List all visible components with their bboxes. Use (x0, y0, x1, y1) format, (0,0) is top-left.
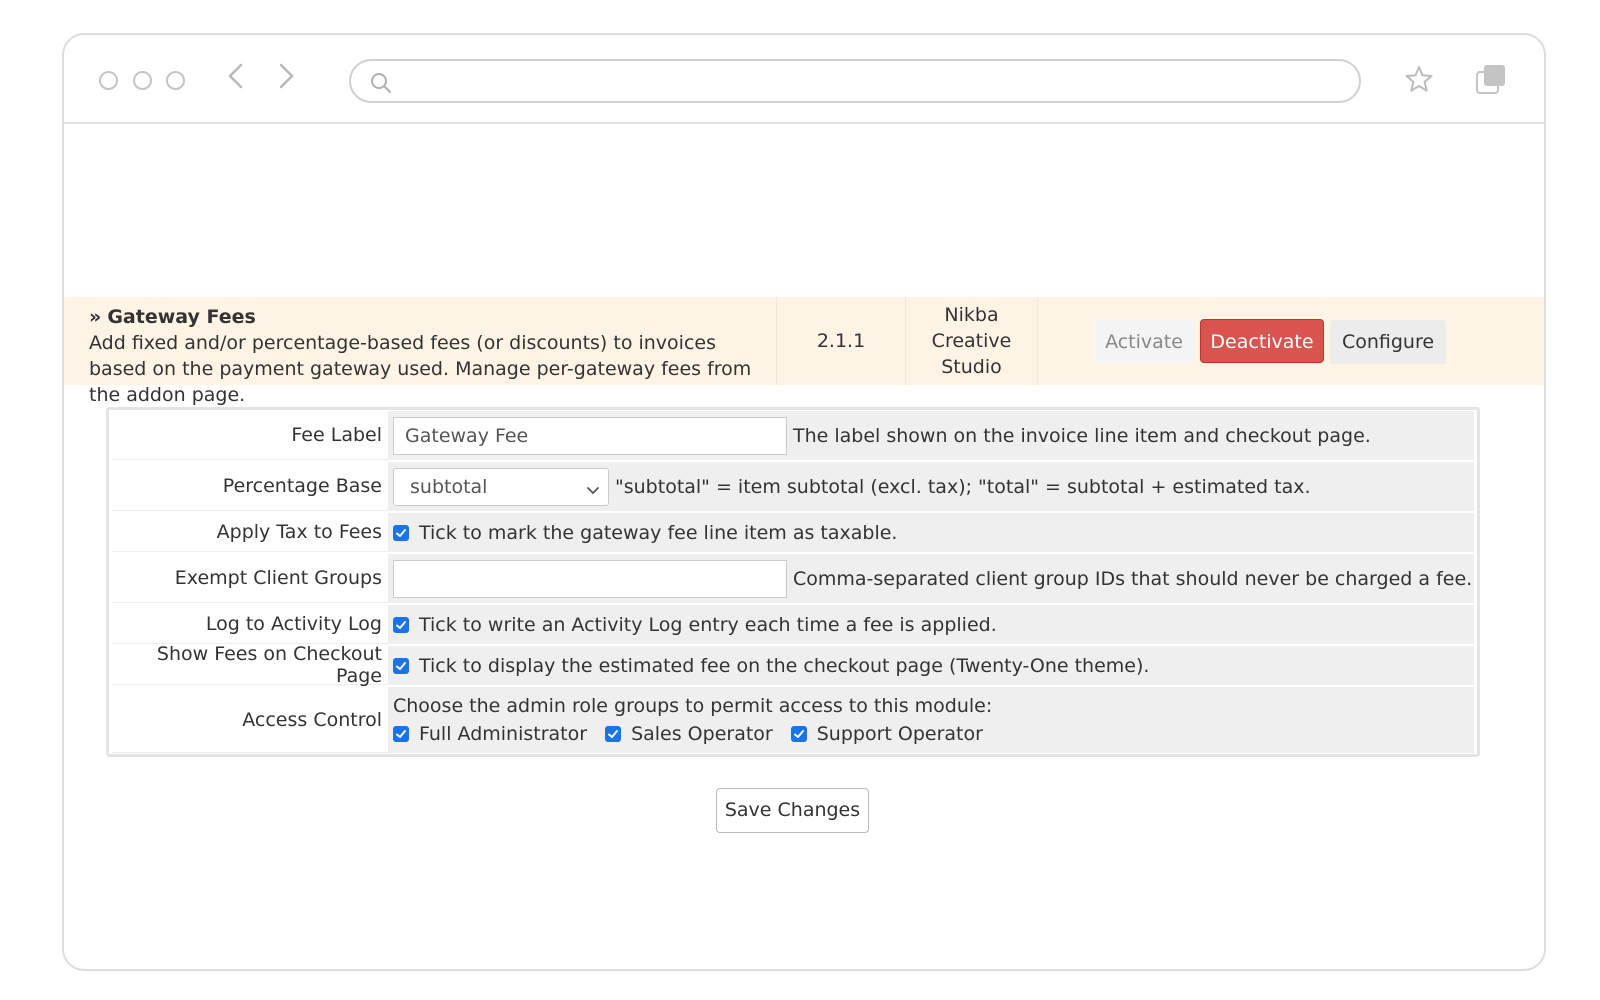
checkbox-checked-icon[interactable] (393, 616, 409, 633)
forward-icon[interactable] (276, 61, 296, 97)
access-option-label: Full Administrator (419, 723, 588, 745)
window-minimize-dot[interactable] (133, 71, 152, 90)
apply-tax-help: Tick to mark the gateway fee line item a… (419, 521, 898, 544)
config-row-fee-label: Fee Label The label shown on the invoice… (112, 411, 1474, 462)
checkbox-checked-icon[interactable] (790, 726, 807, 742)
percentage-base-help: "subtotal" = item subtotal (excl. tax); … (615, 475, 1311, 498)
apply-tax-field: Tick to mark the gateway fee line item a… (388, 513, 1474, 552)
back-icon[interactable] (226, 61, 246, 97)
fee-label-field: The label shown on the invoice line item… (388, 411, 1474, 460)
addon-author: Nikba Creative Studio (906, 297, 1038, 385)
config-row-activity-log: Log to Activity Log Tick to write an Act… (112, 605, 1474, 646)
addon-author-line: Creative (931, 330, 1012, 352)
access-option: Full Administrator (393, 723, 587, 745)
tabs-icon[interactable] (1474, 63, 1508, 101)
exempt-groups-help: Comma-separated client group IDs that sh… (793, 567, 1473, 590)
exempt-groups-field: Comma-separated client group IDs that sh… (388, 554, 1474, 603)
percentage-base-label: Percentage Base (112, 462, 388, 511)
activity-log-help: Tick to write an Activity Log entry each… (419, 613, 997, 636)
activity-log-field: Tick to write an Activity Log entry each… (388, 605, 1474, 644)
exempt-groups-input[interactable] (393, 559, 787, 598)
browser-window: » Gateway Fees Add fixed and/or percenta… (62, 33, 1546, 971)
config-row-percentage-base: Percentage Base subtotal "subtotal" = it… (112, 462, 1474, 513)
access-option-label: Sales Operator (631, 723, 773, 745)
fee-label-label: Fee Label (112, 411, 388, 460)
addon-author-line: Nikba (944, 304, 999, 326)
show-checkout-help: Tick to display the estimated fee on the… (419, 654, 1150, 677)
percentage-base-select[interactable]: subtotal (393, 467, 609, 506)
access-option: Sales Operator (605, 723, 773, 745)
fee-label-help: The label shown on the invoice line item… (793, 424, 1371, 447)
addon-name: Gateway Fees (107, 306, 256, 328)
window-close-dot[interactable] (99, 71, 118, 90)
access-option: Support Operator (790, 723, 983, 745)
access-control-label: Access Control (112, 687, 388, 753)
config-row-exempt-groups: Exempt Client Groups Comma-separated cli… (112, 554, 1474, 605)
percentage-base-selected: subtotal (410, 475, 488, 498)
access-control-field: Choose the admin role groups to permit a… (388, 687, 1474, 753)
config-row-show-checkout: Show Fees on Checkout Page Tick to displ… (112, 643, 1474, 687)
browser-toolbar (64, 35, 1544, 124)
checkbox-checked-icon[interactable] (393, 524, 409, 541)
configure-button[interactable]: Configure (1330, 320, 1446, 364)
config-table: Fee Label The label shown on the invoice… (106, 407, 1480, 757)
config-row-apply-tax: Apply Tax to Fees Tick to mark the gatew… (112, 513, 1474, 554)
chevron-down-icon (586, 477, 600, 513)
save-button[interactable]: Save Changes (716, 788, 869, 833)
address-input[interactable] (407, 67, 1327, 95)
deactivate-button[interactable]: Deactivate (1200, 319, 1324, 363)
percentage-base-field: subtotal "subtotal" = item subtotal (exc… (388, 462, 1474, 511)
access-control-options: Full Administrator Sales Operator Suppor… (393, 723, 1001, 745)
activate-button[interactable]: Activate (1094, 320, 1194, 364)
apply-tax-label: Apply Tax to Fees (112, 513, 388, 552)
access-option-label: Support Operator (816, 723, 983, 745)
star-icon[interactable] (1404, 64, 1434, 98)
exempt-groups-label: Exempt Client Groups (112, 554, 388, 603)
address-bar[interactable] (349, 59, 1361, 103)
fee-label-input[interactable] (393, 416, 787, 455)
addon-author-line: Studio (941, 356, 1002, 378)
search-icon (369, 71, 393, 99)
show-checkout-label: Show Fees on Checkout Page (112, 643, 388, 687)
addon-description-cell: » Gateway Fees Add fixed and/or percenta… (89, 297, 779, 406)
access-control-intro: Choose the admin role groups to permit a… (393, 695, 993, 717)
checkbox-checked-icon[interactable] (605, 726, 622, 742)
addon-prefix: » (89, 306, 102, 328)
config-row-access-control: Access Control Choose the admin role gro… (112, 687, 1474, 753)
show-checkout-field: Tick to display the estimated fee on the… (388, 646, 1474, 685)
checkbox-checked-icon[interactable] (393, 726, 409, 742)
addon-version: 2.1.1 (776, 297, 906, 385)
addon-row: » Gateway Fees Add fixed and/or percenta… (64, 297, 1544, 406)
activity-log-label: Log to Activity Log (112, 605, 388, 644)
checkbox-checked-icon[interactable] (393, 657, 409, 674)
addon-description: Add fixed and/or percentage-based fees (… (89, 332, 752, 406)
window-maximize-dot[interactable] (166, 71, 185, 90)
